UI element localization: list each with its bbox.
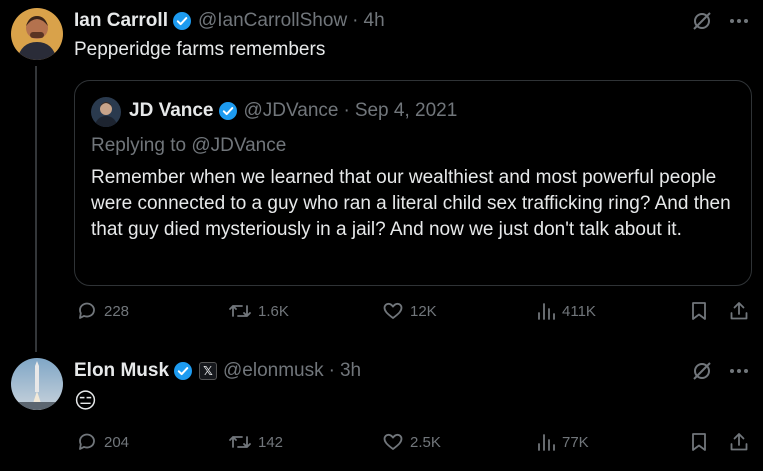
post-text: 😑 [74, 388, 97, 413]
avatar-ian-carroll[interactable] [11, 8, 63, 60]
verified-badge-icon [218, 101, 238, 121]
separator-dot: · [343, 100, 350, 121]
repost-count: 1.6K [258, 302, 289, 320]
post-actions: 228 1.6K 12K 411K [74, 300, 754, 330]
separator-dot: · [352, 10, 359, 31]
repost-button[interactable]: 142 [228, 431, 283, 453]
bookmark-icon [692, 302, 706, 320]
avatar-elon-musk[interactable] [11, 358, 63, 410]
post-text: Pepperidge farms remembers [74, 39, 326, 60]
repost-icon [229, 305, 251, 317]
author-name[interactable]: Elon Musk [74, 360, 169, 382]
views-icon [538, 434, 555, 451]
reply-button[interactable]: 204 [76, 431, 129, 453]
avatar-jd-vance [91, 97, 121, 127]
post-time[interactable]: 4h [364, 10, 385, 32]
quoted-post[interactable]: JD Vance @JDVance · Sep 4, 2021 Replying… [74, 80, 752, 286]
more-options-icon[interactable] [729, 361, 749, 381]
thread-line [35, 66, 37, 352]
share-button[interactable] [728, 431, 750, 453]
quoted-author-handle[interactable]: @JDVance [244, 100, 339, 122]
like-count: 2.5K [410, 433, 441, 451]
views-button[interactable]: 77K [536, 431, 589, 453]
repost-icon [229, 436, 251, 448]
more-options-icon[interactable] [729, 11, 749, 31]
grok-icon[interactable] [691, 10, 713, 32]
verified-badge-icon [173, 361, 193, 381]
view-count: 411K [562, 302, 596, 320]
author-handle[interactable]: @IanCarrollShow [198, 10, 347, 32]
views-icon [538, 303, 555, 320]
share-icon [730, 302, 748, 320]
bookmark-icon [692, 433, 706, 451]
reply-count: 228 [104, 302, 130, 320]
share-button[interactable] [728, 300, 750, 322]
quoted-header: JD Vance @JDVance · Sep 4, 2021 [129, 100, 457, 122]
like-button[interactable]: 2.5K [382, 431, 441, 453]
like-count: 12K [410, 302, 437, 320]
grok-icon[interactable] [691, 360, 713, 382]
post-header: Elon Musk 𝕏 @elonmusk · 3h [74, 360, 361, 382]
heart-icon [383, 302, 403, 319]
quoted-author-name[interactable]: JD Vance [129, 100, 214, 122]
x-affiliate-badge-icon[interactable]: 𝕏 [199, 362, 218, 380]
quoted-post-text: Remember when we learned that our wealth… [91, 167, 731, 240]
view-count: 77K [562, 433, 589, 451]
post-elon-musk[interactable]: Elon Musk 𝕏 @elonmusk · 3h 😑 204 142 2.5… [0, 352, 763, 471]
repost-count: 142 [258, 433, 284, 451]
share-icon [730, 433, 748, 451]
author-handle[interactable]: @elonmusk [223, 360, 324, 382]
like-button[interactable]: 12K [382, 300, 437, 322]
separator-dot: · [328, 360, 335, 381]
reply-icon [79, 433, 95, 450]
reply-icon [79, 302, 95, 319]
repost-button[interactable]: 1.6K [228, 300, 289, 322]
reply-count: 204 [104, 433, 130, 451]
reply-button[interactable]: 228 [76, 300, 129, 322]
views-button[interactable]: 411K [536, 300, 596, 322]
verified-badge-icon [172, 11, 192, 31]
replying-to[interactable]: Replying to @JDVance [91, 135, 286, 157]
bookmark-button[interactable] [689, 300, 709, 322]
quoted-post-date[interactable]: Sep 4, 2021 [355, 100, 457, 122]
post-header: Ian Carroll @IanCarrollShow · 4h [74, 10, 385, 32]
post-ian-carroll[interactable]: Ian Carroll @IanCarrollShow · 4h Pepperi… [0, 0, 763, 352]
author-name[interactable]: Ian Carroll [74, 10, 168, 32]
heart-icon [383, 433, 403, 450]
bookmark-button[interactable] [689, 431, 709, 453]
post-time[interactable]: 3h [340, 360, 361, 382]
post-actions: 204 142 2.5K 77K [74, 431, 754, 461]
